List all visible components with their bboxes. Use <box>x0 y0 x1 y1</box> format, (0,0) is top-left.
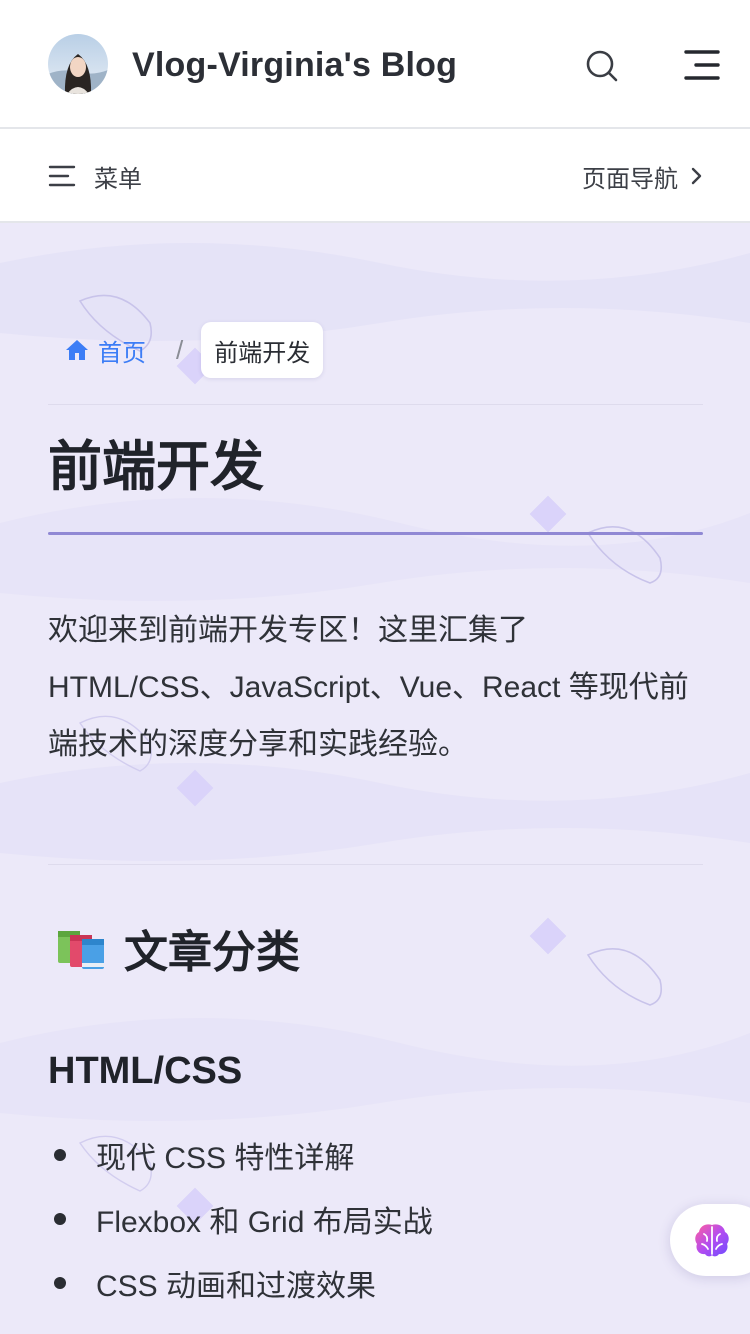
title-underline <box>48 532 703 535</box>
page-title: 前端开发 <box>48 437 264 497</box>
sidebar-menu-label: 菜单 <box>94 165 142 193</box>
search-icon <box>586 50 618 82</box>
section-title: 文章分类 <box>124 928 300 977</box>
list-item[interactable]: Flexbox 和 Grid 布局实战 <box>48 1187 708 1251</box>
sidebar-menu-button[interactable]: 菜单 <box>48 157 142 195</box>
bullet <box>54 1277 66 1289</box>
list-item[interactable]: 现代 CSS 特性详解 <box>48 1123 708 1187</box>
avatar[interactable] <box>48 34 108 94</box>
list-item-label: Flexbox 和 Grid 布局实战 <box>96 1206 433 1239</box>
home-icon <box>66 340 88 360</box>
breadcrumb-home-label: 首页 <box>98 339 146 367</box>
breadcrumb-current: 前端开发 <box>201 322 324 378</box>
divider <box>48 404 703 405</box>
intro-paragraph: 欢迎来到前端开发专区！这里汇集了 HTML/CSS、JavaScript、Vue… <box>48 614 689 761</box>
menu-button[interactable] <box>682 46 722 86</box>
list-item[interactable]: CSS 动画和过渡效果 <box>48 1251 708 1315</box>
divider <box>48 864 703 865</box>
subsection-title: HTML/CSS <box>48 1050 243 1092</box>
search-button[interactable] <box>582 46 622 86</box>
avatar-image <box>48 34 108 94</box>
bullet <box>54 1213 66 1225</box>
page-outline-button[interactable]: 页面导航 <box>582 157 706 195</box>
chevron-right-icon <box>691 167 702 185</box>
ai-brain-icon <box>695 1224 729 1257</box>
breadcrumb-current-label: 前端开发 <box>214 339 311 367</box>
breadcrumb: 首页 / 前端开发 <box>48 322 324 378</box>
breadcrumb-separator: / <box>176 334 184 365</box>
ai-assistant-button[interactable] <box>670 1204 750 1276</box>
list-item-label: CSS 动画和过渡效果 <box>96 1270 377 1303</box>
site-title[interactable]: Vlog-Virginia's Blog <box>132 40 457 90</box>
navbar: Vlog-Virginia's Blog <box>0 0 750 129</box>
bullet <box>54 1149 66 1161</box>
menu-icon <box>684 50 720 80</box>
books-icon <box>58 931 104 969</box>
page-outline-label: 页面导航 <box>582 165 678 193</box>
article-list: 现代 CSS 特性详解 Flexbox 和 Grid 布局实战 CSS 动画和过… <box>48 1123 708 1315</box>
breadcrumb-home[interactable]: 首页 <box>48 322 162 378</box>
main-content: 首页 / 前端开发 前端开发 欢迎来到前端开发专区！这里汇集了 HTML/CSS… <box>0 223 750 1334</box>
list-icon <box>48 165 76 187</box>
list-item-label: 现代 CSS 特性详解 <box>96 1142 355 1175</box>
local-nav: 菜单 页面导航 <box>0 129 750 223</box>
section-heading: 文章分类 <box>56 913 300 983</box>
